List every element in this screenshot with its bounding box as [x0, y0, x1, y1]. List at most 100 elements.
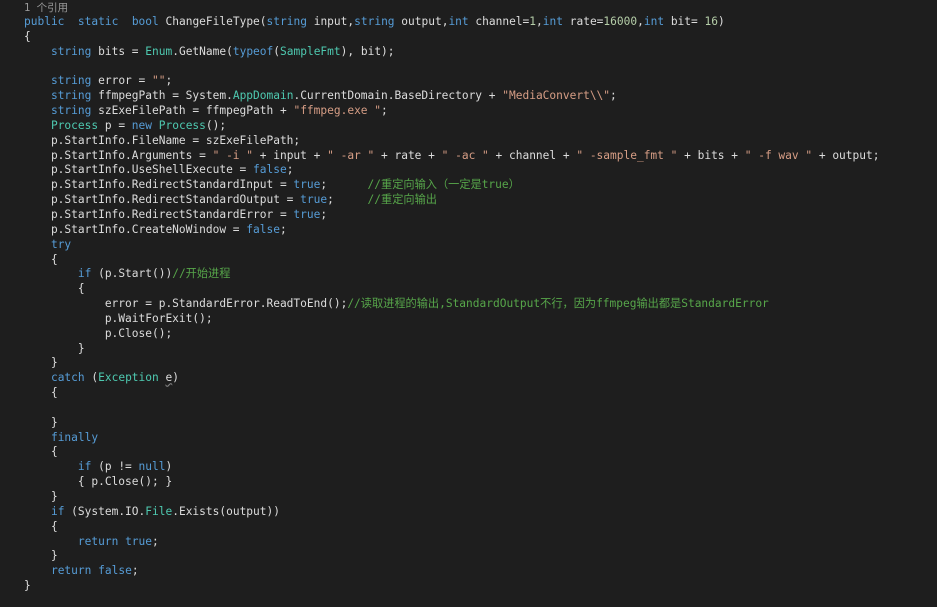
code-line[interactable]: p.WaitForExit();	[0, 312, 937, 327]
code-line[interactable]: p.StartInfo.CreateNoWindow = false;	[0, 223, 937, 238]
code-line[interactable]: p.StartInfo.FileName = szExeFilePath;	[0, 134, 937, 149]
code-token: false	[98, 564, 132, 578]
code-line[interactable]: {	[0, 445, 937, 460]
code-line[interactable]: public static bool ChangeFileType(string…	[0, 15, 937, 30]
code-token: 16	[704, 15, 718, 28]
code-token: //重定向输出	[367, 193, 437, 207]
code-line[interactable]: }	[0, 579, 937, 594]
code-line[interactable]: if (p != null)	[0, 460, 937, 475]
code-token: bool	[131, 15, 159, 28]
code-token: + rate +	[374, 148, 442, 162]
code-token: bit=	[664, 15, 705, 28]
code-line[interactable]: p.StartInfo.RedirectStandardOutput = tru…	[0, 193, 937, 208]
code-token: string	[50, 74, 92, 88]
code-line[interactable]: {	[0, 253, 937, 268]
code-token: .GetName(	[172, 44, 233, 58]
code-token: {	[24, 282, 85, 296]
code-line[interactable]: finally	[0, 431, 937, 446]
code-token: ;	[152, 534, 159, 548]
code-line[interactable]: string ffmpegPath = System.AppDomain.Cur…	[0, 89, 937, 104]
code-token: " -ar "	[327, 148, 375, 162]
code-line[interactable]: error = p.StandardError.ReadToEnd();//读取…	[0, 297, 937, 312]
code-token: string	[266, 15, 307, 28]
code-token: {	[24, 29, 31, 43]
code-line[interactable]: return false;	[0, 564, 937, 579]
code-token: + bits +	[677, 148, 745, 162]
code-line[interactable]: {	[0, 520, 937, 535]
code-line[interactable]: }	[0, 416, 937, 431]
code-editor[interactable]: 1 个引用 public static bool ChangeFileType(…	[0, 0, 937, 607]
code-token: //开始进程	[172, 267, 231, 281]
code-token: }	[24, 579, 31, 593]
code-area[interactable]: public static bool ChangeFileType(string…	[0, 15, 937, 594]
code-token: p.StartInfo.CreateNoWindow =	[24, 222, 247, 236]
code-token: {	[24, 386, 58, 400]
code-token: return	[50, 564, 92, 578]
code-line[interactable]: }	[0, 356, 937, 371]
code-line[interactable]: }	[0, 342, 937, 357]
codelens-references[interactable]: 1 个引用	[0, 2, 937, 15]
code-line[interactable]: p.StartInfo.RedirectStandardError = true…	[0, 208, 937, 223]
code-token: ;	[320, 178, 368, 192]
code-line[interactable]: if (p.Start())//开始进程	[0, 267, 937, 282]
code-token: (System.IO.	[64, 504, 146, 518]
code-line[interactable]: catch (Exception e)	[0, 371, 937, 386]
code-line[interactable]: p.Close();	[0, 327, 937, 342]
code-token: typeof	[232, 44, 274, 58]
code-line[interactable]: }	[0, 549, 937, 564]
code-line[interactable]: string szExeFilePath = ffmpegPath + "ffm…	[0, 104, 937, 119]
code-line[interactable]: p.StartInfo.RedirectStandardInput = true…	[0, 178, 937, 193]
code-token: + output;	[812, 148, 880, 162]
code-token: p.WaitForExit();	[24, 311, 213, 325]
code-token: "ffmpeg.exe "	[293, 104, 382, 118]
code-line[interactable]: Process p = new Process();	[0, 119, 937, 134]
code-token: return	[77, 534, 119, 548]
code-line[interactable]: { p.Close(); }	[0, 475, 937, 490]
code-token: true	[293, 207, 321, 221]
code-line[interactable]: try	[0, 238, 937, 253]
code-line[interactable]: string error = "";	[0, 74, 937, 89]
code-line[interactable]: {	[0, 386, 937, 401]
code-token: int	[643, 15, 665, 28]
code-line[interactable]: string bits = Enum.GetName(typeof(Sample…	[0, 45, 937, 60]
code-token: " -ac "	[441, 148, 489, 162]
code-token: Exception	[98, 371, 159, 385]
code-line[interactable]: }	[0, 490, 937, 505]
code-token: (	[273, 44, 281, 58]
code-line[interactable]: {	[0, 30, 937, 45]
code-token: ;	[165, 74, 173, 88]
code-line[interactable]: p.StartInfo.UseShellExecute = false;	[0, 163, 937, 178]
code-token: ffmpegPath = System.	[91, 89, 233, 103]
code-token: + input +	[253, 148, 328, 162]
code-token: + channel +	[488, 148, 577, 162]
code-token: {	[24, 519, 58, 533]
code-line[interactable]: if (System.IO.File.Exists(output))	[0, 505, 937, 520]
code-line[interactable]	[0, 401, 937, 416]
code-token: int	[448, 15, 469, 28]
code-token: }	[24, 490, 58, 503]
code-line[interactable]	[0, 60, 937, 75]
code-token: ;	[286, 163, 294, 177]
code-token: error =	[91, 74, 152, 88]
code-token: 16000	[603, 15, 638, 28]
code-token: ,	[536, 15, 543, 28]
code-token: false	[253, 163, 287, 177]
code-token: (	[84, 371, 99, 385]
code-line[interactable]: return true;	[0, 535, 937, 550]
code-token: true	[125, 534, 153, 548]
code-token: ;	[279, 222, 287, 236]
code-token: input,	[306, 15, 355, 28]
code-line[interactable]: {	[0, 282, 937, 297]
code-token: ();	[205, 118, 227, 132]
code-line[interactable]: p.StartInfo.Arguments = " -i " + input +…	[0, 149, 937, 164]
code-token: { p.Close(); }	[24, 475, 173, 489]
code-token: int	[542, 15, 563, 28]
